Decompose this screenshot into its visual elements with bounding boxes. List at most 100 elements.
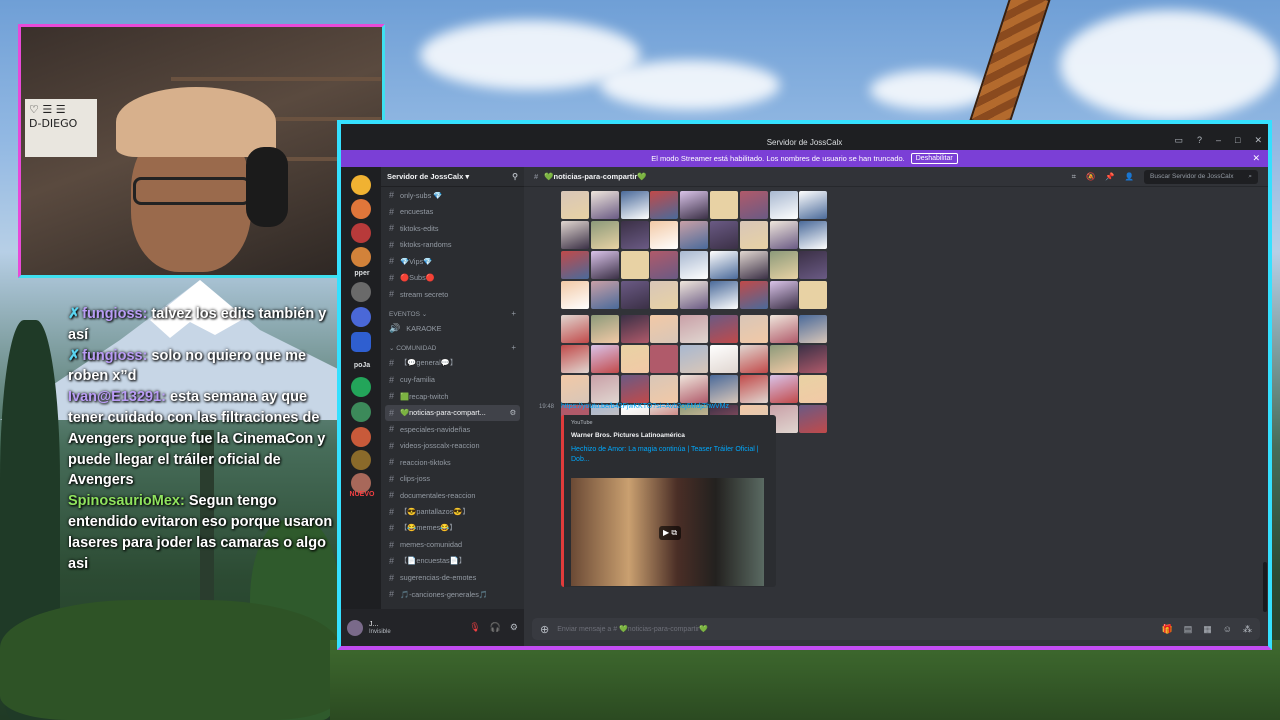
add-attachment-icon[interactable]: ⊕ — [540, 623, 549, 636]
message-link[interactable]: https://youtu.be/b42FjwKKTO?si=Avb2oj6Md… — [561, 403, 729, 410]
add-channel-icon[interactable]: + — [511, 309, 516, 318]
add-member-icon[interactable]: ⚲ — [512, 172, 518, 181]
mute-mic-icon[interactable]: 🎙 — [469, 622, 480, 633]
server-icon[interactable] — [351, 247, 371, 267]
image-collage-top[interactable] — [561, 191, 829, 309]
channel-item[interactable]: # stream secreto — [381, 286, 524, 303]
hash-icon: # — [389, 440, 395, 451]
embed-title[interactable]: Hechizo de Amor: La magia continúa | Tea… — [571, 445, 769, 465]
channel-item[interactable]: # 🟩recap-twitch — [381, 388, 524, 405]
server-header[interactable]: Servidor de JossCalx ▾ ⚲ — [381, 167, 524, 187]
collage-tile — [590, 191, 619, 219]
headset-icon[interactable]: 🎧 — [490, 622, 501, 633]
gif-icon[interactable]: ▤ — [1184, 624, 1193, 635]
server-icon[interactable] — [351, 473, 371, 493]
threads-icon[interactable]: ⌗ — [1072, 172, 1076, 182]
channel-item[interactable]: # 【😂memes😂】 — [381, 520, 524, 537]
collage-tile — [590, 345, 619, 373]
add-channel-icon[interactable]: + — [511, 343, 516, 352]
avatar[interactable] — [347, 619, 363, 636]
collage-tile — [739, 281, 768, 309]
channel-label: sugerencias-de-emotes — [400, 573, 477, 583]
channel-item-active[interactable]: # 💚noticias-para-compart... ⚙ — [385, 404, 520, 421]
channel-item[interactable]: # 【😎pantallazos😎】 — [381, 504, 524, 521]
channel-item[interactable]: # only-subs 💎 — [381, 187, 524, 204]
collage-tile — [561, 191, 589, 219]
channel-item[interactable]: # sugerencias-de-emotes — [381, 570, 524, 587]
channel-item[interactable]: # videos-josscalx-reaccion — [381, 438, 524, 455]
disable-streamer-mode-button[interactable]: Deshabilitar — [910, 153, 958, 164]
category-eventos[interactable]: EVENTOS ⌄ + — [381, 303, 524, 321]
channel-item[interactable]: # 🎵-canciones-generales🎵 — [381, 586, 524, 603]
settings-gear-icon[interactable]: ⚙ — [510, 622, 518, 633]
apps-icon[interactable]: ⁂ — [1243, 624, 1252, 635]
collage-tile — [769, 221, 798, 249]
server-icon[interactable] — [351, 223, 371, 243]
server-icon[interactable] — [351, 377, 371, 397]
channel-item[interactable]: # 🔴Subs🔴 — [381, 270, 524, 287]
minimize-button[interactable]: – — [1216, 135, 1221, 146]
play-icon[interactable]: ▶ ⧉ — [659, 526, 681, 540]
channel-title: 💚noticias-para-compartir💚 — [544, 172, 647, 181]
server-icon[interactable] — [351, 450, 371, 470]
gift-icon[interactable]: 🎁 — [1162, 624, 1173, 635]
maximize-button[interactable]: □ — [1235, 135, 1240, 146]
pin-icon[interactable]: 📌 — [1105, 172, 1114, 181]
category-comunidad[interactable]: ⌄ Comunidad + — [381, 337, 524, 355]
close-button[interactable]: ✕ — [1254, 135, 1262, 146]
collage-tile — [739, 345, 768, 373]
channel-item[interactable]: # documentales-reaccion — [381, 487, 524, 504]
scrollbar[interactable] — [1263, 562, 1267, 612]
inbox-icon[interactable]: ▭ — [1174, 135, 1183, 146]
channel-item[interactable]: # 【📄encuestas📄】 — [381, 553, 524, 570]
hash-icon: # — [389, 473, 395, 484]
collage-tile — [620, 251, 649, 279]
server-icon[interactable] — [351, 199, 371, 219]
gear-icon[interactable]: ⚙ — [509, 408, 516, 417]
message-composer[interactable]: ⊕ Enviar mensaje a # 💚noticias-para-comp… — [532, 618, 1260, 640]
channel-label: tiktoks-edits — [400, 223, 439, 233]
webcam-sign: ♡ ☰ ☰ D-DIEGO — [25, 99, 97, 157]
channel-label: 🟩recap-twitch — [400, 391, 449, 401]
emoji-icon[interactable]: ☺ — [1223, 624, 1232, 635]
channel-item[interactable]: # especiales-navideñas — [381, 421, 524, 438]
channel-item[interactable]: # reaccion-tiktoks — [381, 454, 524, 471]
channel-item[interactable]: # clips-joss — [381, 471, 524, 488]
collage-tile — [709, 375, 738, 403]
server-icon[interactable] — [351, 307, 371, 327]
chat-username: Ivan@E13291: — [68, 389, 166, 406]
channel-item[interactable]: 🔊 KARAOKE — [381, 321, 524, 338]
server-icon[interactable] — [351, 427, 371, 447]
collage-tile — [799, 281, 828, 309]
collage-tile — [561, 315, 589, 343]
channel-item[interactable]: # 💎Vips💎 — [381, 253, 524, 270]
video-thumbnail[interactable]: ▶ ⧉ — [571, 478, 764, 586]
channel-label: reaccion-tiktoks — [400, 457, 451, 467]
sticker-icon[interactable]: ▦ — [1203, 624, 1212, 635]
server-label: pper — [354, 270, 370, 277]
collage-tile — [739, 221, 768, 249]
server-icon[interactable] — [351, 332, 371, 352]
webcam-feed: ♡ ☰ ☰ D-DIEGO — [18, 24, 385, 278]
notification-bell-icon[interactable]: 🔕 — [1086, 172, 1095, 181]
embed-author[interactable]: Warner Bros. Pictures Latinoamérica — [571, 432, 769, 439]
server-list: pper poJa NUEVO — [341, 167, 381, 609]
channel-label: 【💬general💬】 — [400, 358, 458, 368]
channel-item[interactable]: # tiktoks-edits — [381, 220, 524, 237]
member-list-icon[interactable]: 👤 — [1125, 172, 1134, 181]
channel-item[interactable]: # memes-comunidad — [381, 537, 524, 554]
channel-item[interactable]: # tiktoks-randoms — [381, 237, 524, 254]
channel-label: 【😂memes😂】 — [400, 523, 457, 533]
banner-close-icon[interactable]: ✕ — [1252, 153, 1260, 164]
collage-tile — [561, 375, 589, 403]
search-input[interactable]: Buscar Servidor de JossCalx ⌕ — [1144, 169, 1258, 184]
server-icon[interactable] — [351, 175, 371, 195]
help-icon[interactable]: ? — [1197, 135, 1202, 146]
server-icon[interactable] — [351, 402, 371, 422]
channel-item[interactable]: # cuy-familia — [381, 372, 524, 389]
channel-item[interactable]: # 【💬general💬】 — [381, 355, 524, 372]
collage-tile — [561, 221, 589, 249]
server-icon[interactable] — [351, 282, 371, 302]
channel-item[interactable]: # encuestas — [381, 204, 524, 221]
collage-tile — [620, 191, 649, 219]
